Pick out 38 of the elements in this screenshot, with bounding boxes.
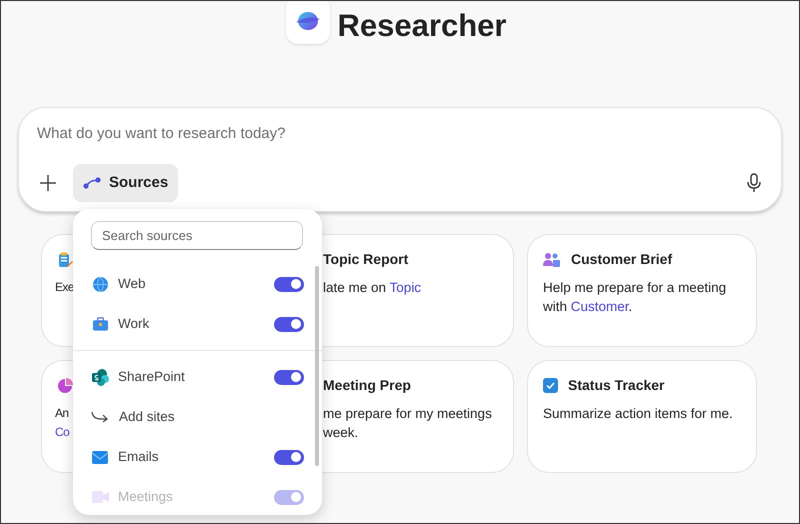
card-text: An Co <box>55 404 70 440</box>
source-label: Web <box>118 274 146 293</box>
plus-icon <box>39 174 57 192</box>
pie-chart-icon <box>57 378 73 394</box>
card-text: me prepare for my meetings week. <box>323 404 492 442</box>
card-text: Summarize action items for me. <box>543 404 733 422</box>
card-title: Meeting Prep <box>323 376 411 395</box>
microphone-button[interactable] <box>747 173 761 193</box>
card-text: late me on Topic <box>323 278 422 296</box>
source-label: Emails <box>118 448 159 466</box>
card-text: Help me prepare for a meeting with Customer. <box>543 278 726 316</box>
card-title: Topic Report <box>323 250 408 269</box>
microphone-icon <box>747 173 761 193</box>
prompt-card[interactable]: Status Tracker Summarize action items for me. <box>527 360 757 472</box>
search-field[interactable]: Search sources <box>91 221 303 250</box>
card-title: Customer Brief <box>571 250 672 269</box>
source-label: SharePoint <box>118 368 185 386</box>
add-button[interactable] <box>37 172 59 194</box>
source-label: Work <box>118 314 150 333</box>
video-camera-icon <box>92 491 108 503</box>
sharepoint-icon <box>92 368 108 386</box>
source-toggle[interactable] <box>274 276 304 292</box>
prompt-card[interactable]: Customer Brief Help me prepare for a meeting with Customer. <box>527 234 757 346</box>
source-toggle[interactable] <box>274 316 304 332</box>
source-toggle[interactable] <box>274 450 304 464</box>
checkbox-icon <box>543 378 558 393</box>
arrow-icon <box>91 411 108 423</box>
research-input[interactable]: What do you want to research today? <box>37 122 763 145</box>
globe-icon <box>92 276 108 292</box>
source-label: Meetings <box>118 488 173 506</box>
connection-icon <box>83 177 101 189</box>
envelope-icon <box>92 450 108 464</box>
sources-button[interactable]: Sources <box>73 164 178 202</box>
app-title: Researcher <box>338 7 506 45</box>
briefcase-icon <box>92 317 108 331</box>
source-toggle[interactable] <box>274 370 304 384</box>
people-icon <box>543 252 561 268</box>
card-title: Status Tracker <box>568 376 664 395</box>
